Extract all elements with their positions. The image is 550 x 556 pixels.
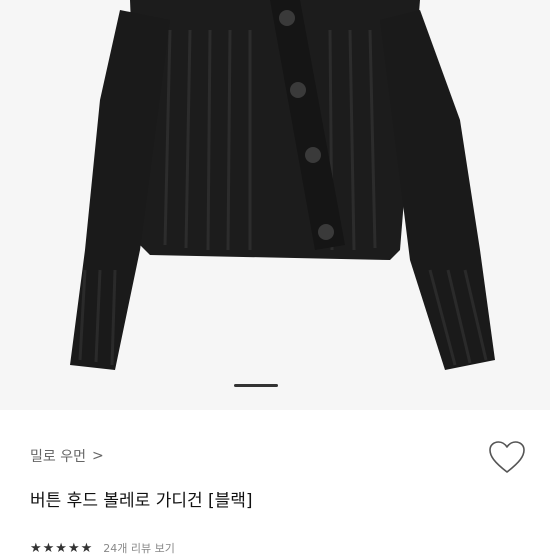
brand-link[interactable]: 밀로 우먼 > — [30, 446, 104, 466]
reviews-link[interactable]: 24개 리뷰 보기 — [103, 540, 175, 556]
cardigan-image — [70, 0, 495, 370]
rating-row[interactable]: ★★★★★ 24개 리뷰 보기 — [30, 540, 175, 556]
heart-outline-icon — [489, 441, 525, 473]
product-info — [0, 410, 550, 550]
carousel-indicator — [234, 384, 278, 387]
wishlist-button[interactable] — [488, 440, 526, 476]
chevron-right-icon: > — [91, 448, 104, 464]
star-rating: ★★★★★ — [30, 540, 94, 556]
product-image-carousel[interactable] — [0, 0, 550, 410]
brand-name: 밀로 우먼 — [30, 449, 86, 465]
product-title: 버튼 후드 볼레로 가디건 [블랙] — [30, 491, 253, 511]
